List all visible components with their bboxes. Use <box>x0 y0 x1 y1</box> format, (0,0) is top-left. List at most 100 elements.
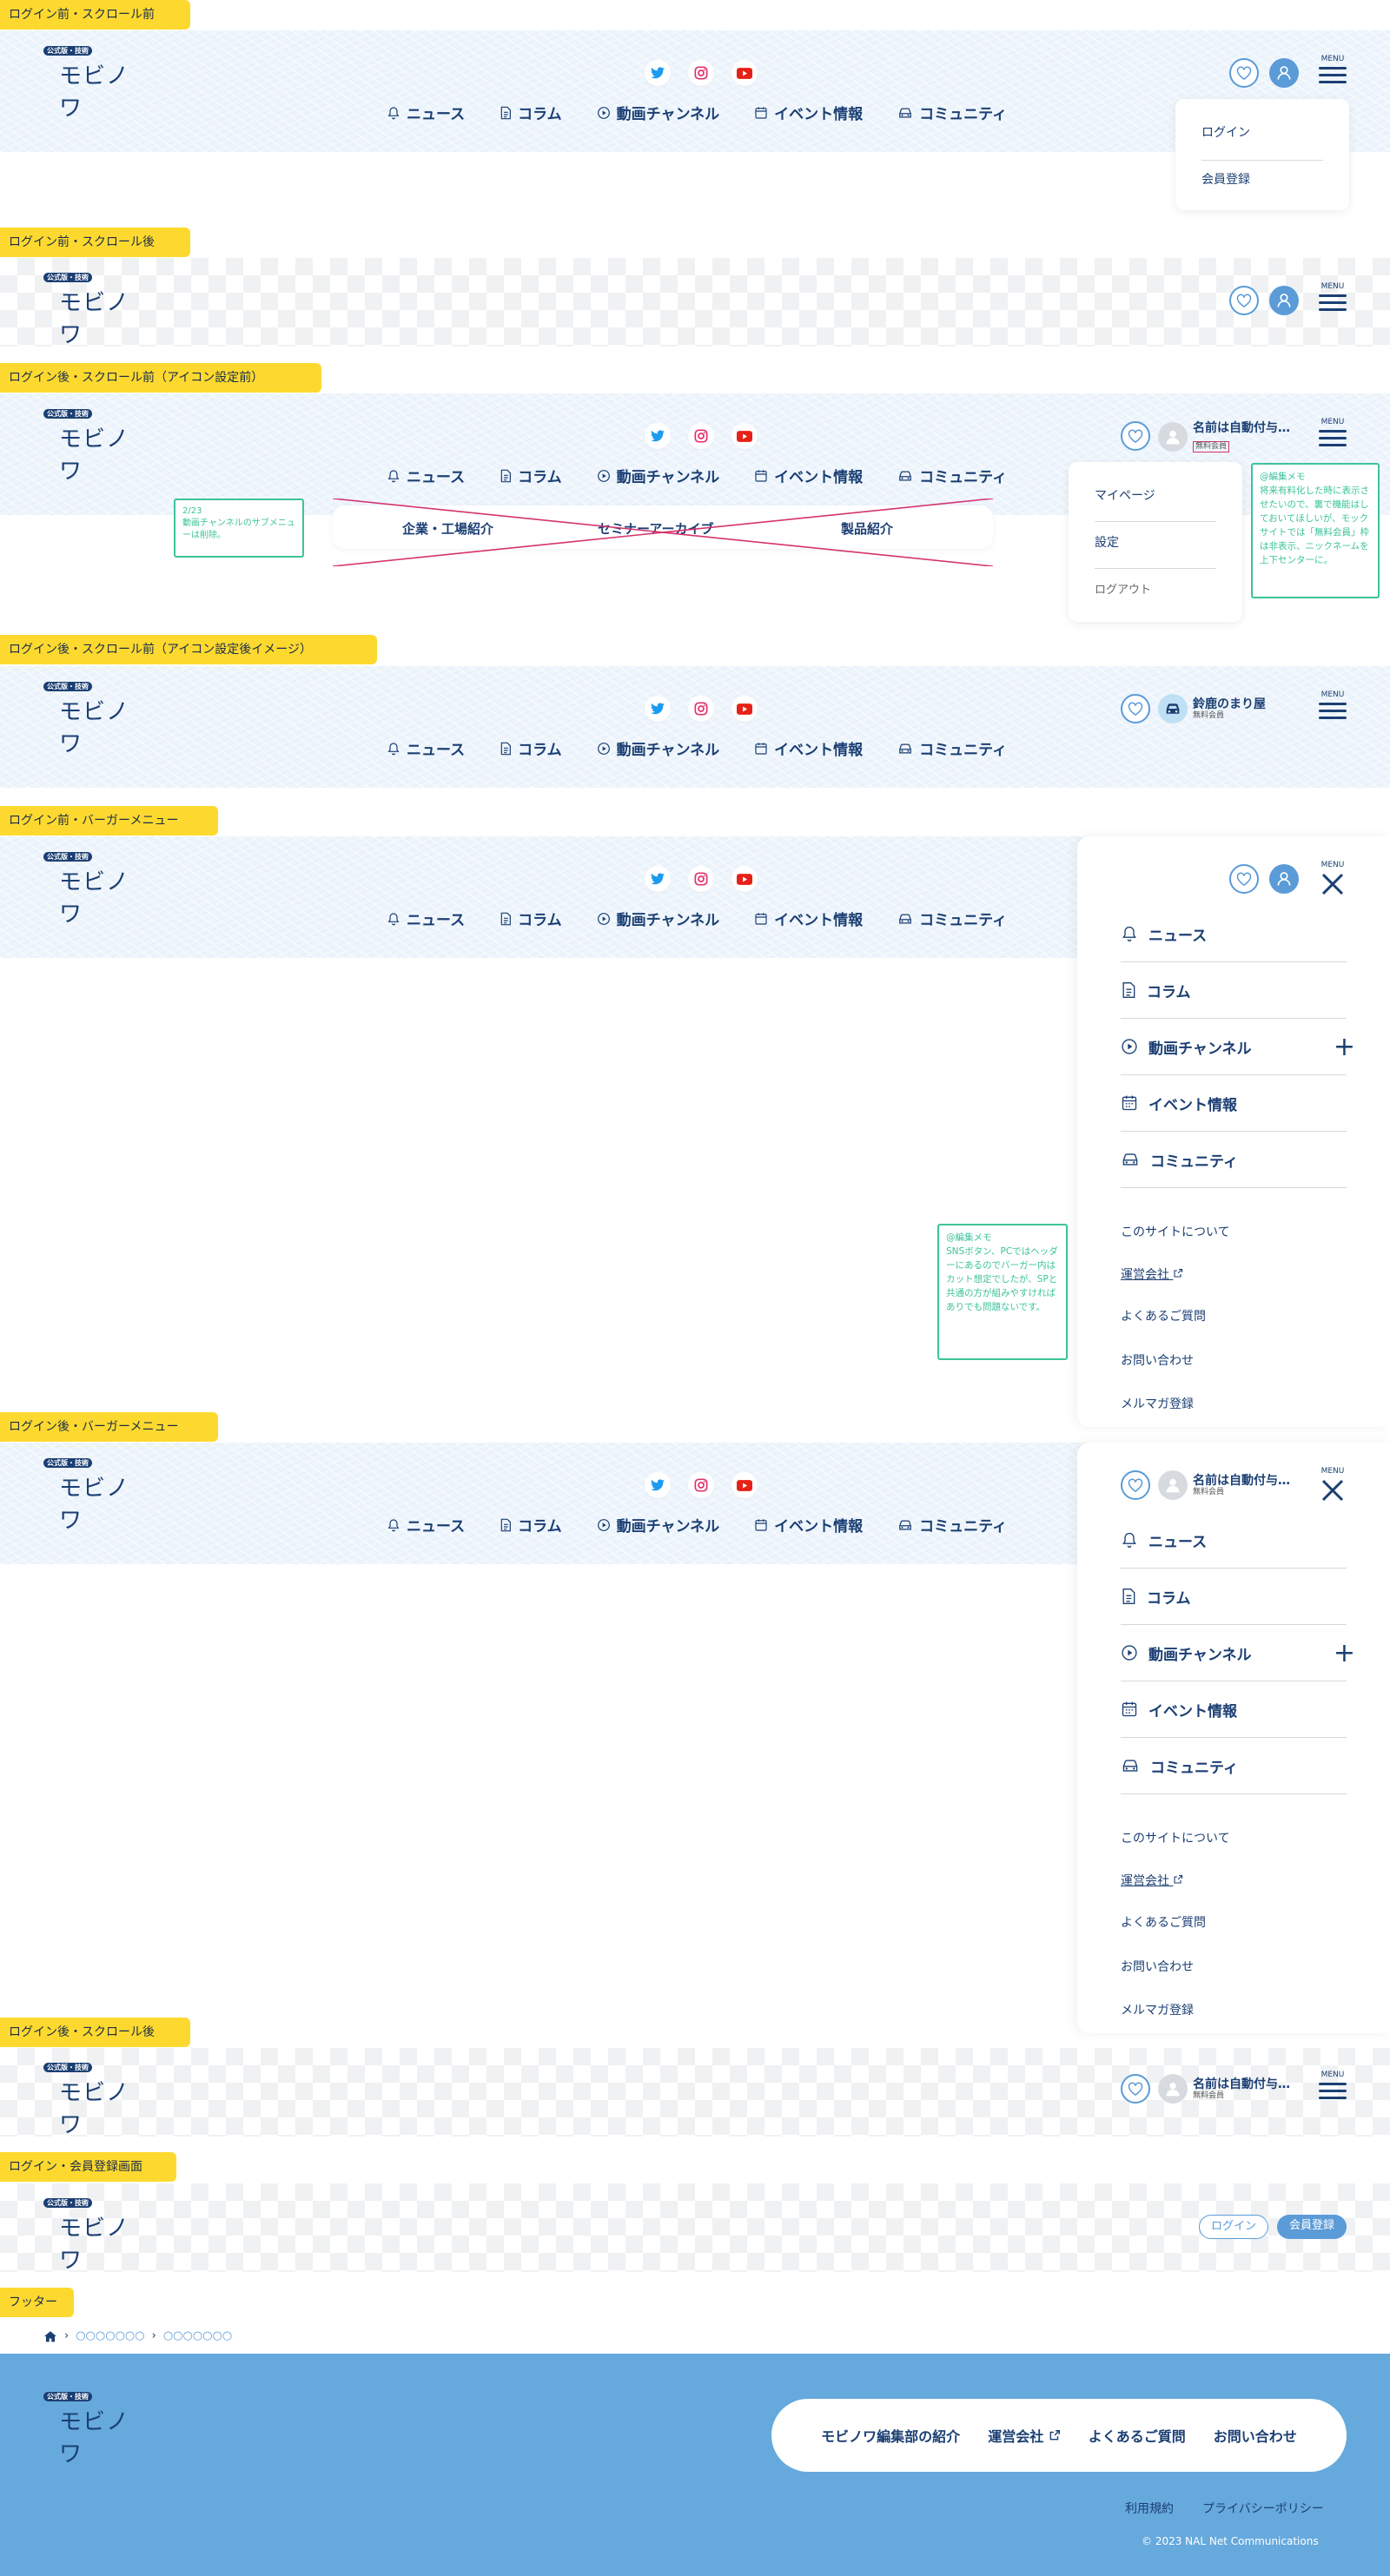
nav-item-community[interactable]: コミュニティ <box>897 465 1007 486</box>
nav-item-news[interactable]: ニュース <box>387 737 465 759</box>
favorite-heart-icon[interactable] <box>1121 694 1150 723</box>
nav-item-column[interactable]: コラム <box>500 737 562 759</box>
user-chip[interactable]: 鈴鹿のまり屋 無料会員 <box>1158 694 1266 723</box>
youtube-icon[interactable] <box>731 1472 758 1498</box>
expand-plus-icon[interactable]: + <box>1334 1638 1355 1668</box>
nav-item-news[interactable]: ニュース <box>387 102 465 123</box>
youtube-icon[interactable] <box>731 423 758 449</box>
user-icon[interactable] <box>1269 864 1299 894</box>
mypage-link[interactable]: マイページ <box>1095 486 1155 504</box>
nav-item-video[interactable]: 動画チャンネル <box>597 102 719 123</box>
nav-item-video[interactable]: 動画チャンネル <box>597 908 719 929</box>
site-logo[interactable]: 公式版・技術 モビノワ <box>43 2198 139 2274</box>
nav-item-event[interactable]: イベント情報 <box>754 465 863 486</box>
hamburger-menu-button[interactable]: MENU <box>1318 55 1347 91</box>
burger-item-column[interactable]: コラム <box>1121 962 1347 1019</box>
footer-link-terms[interactable]: 利用規約 <box>1125 2500 1174 2517</box>
nav-item-column[interactable]: コラム <box>500 102 562 123</box>
nav-item-news[interactable]: ニュース <box>387 1514 465 1536</box>
site-logo[interactable]: 公式版・技術 モビノワ <box>43 2392 139 2467</box>
user-icon[interactable] <box>1269 286 1299 315</box>
instagram-icon[interactable] <box>688 866 714 892</box>
nav-item-community[interactable]: コミュニティ <box>897 1514 1007 1536</box>
footer-link-editorial[interactable]: モビノワ編集部の紹介 <box>821 2425 960 2446</box>
footer-link-company[interactable]: 運営会社 <box>988 2425 1061 2446</box>
instagram-icon[interactable] <box>688 60 714 86</box>
nav-item-news[interactable]: ニュース <box>387 908 465 929</box>
nav-item-community[interactable]: コミュニティ <box>897 737 1007 759</box>
favorite-heart-icon[interactable] <box>1121 2074 1150 2104</box>
instagram-icon[interactable] <box>688 1472 714 1498</box>
hamburger-menu-button[interactable]: MENU <box>1318 690 1347 727</box>
youtube-icon[interactable] <box>731 866 758 892</box>
burger-link-company[interactable]: 運営会社 <box>1121 1265 1183 1283</box>
nav-item-column[interactable]: コラム <box>500 465 562 486</box>
twitter-icon[interactable] <box>645 866 671 892</box>
nav-item-event[interactable]: イベント情報 <box>754 737 863 759</box>
user-icon[interactable] <box>1269 58 1299 88</box>
site-logo[interactable]: 公式版・技術 モビノワ <box>43 852 139 928</box>
login-button[interactable]: ログイン <box>1199 2215 1268 2239</box>
site-logo[interactable]: 公式版・技術 モビノワ <box>43 682 139 757</box>
twitter-icon[interactable] <box>645 423 671 449</box>
burger-item-community[interactable]: コミュニティ <box>1121 1132 1347 1188</box>
nav-item-video[interactable]: 動画チャンネル <box>597 1514 719 1536</box>
close-menu-button[interactable]: MENU <box>1318 861 1347 897</box>
burger-item-video[interactable]: 動画チャンネル + <box>1121 1625 1355 1681</box>
site-logo[interactable]: 公式版・技術 モビノワ <box>43 409 139 485</box>
burger-link-about[interactable]: このサイトについて <box>1121 1829 1230 1846</box>
site-logo[interactable]: 公式版・技術 モビノワ <box>43 273 139 348</box>
user-chip[interactable]: 名前は自動付与… 無料会員 <box>1158 421 1290 452</box>
instagram-icon[interactable] <box>688 696 714 722</box>
favorite-heart-icon[interactable] <box>1229 864 1259 894</box>
burger-link-about[interactable]: このサイトについて <box>1121 1223 1230 1240</box>
login-link[interactable]: ログイン <box>1201 123 1250 141</box>
burger-item-column[interactable]: コラム <box>1121 1569 1347 1625</box>
expand-plus-icon[interactable]: + <box>1334 1032 1355 1062</box>
hamburger-menu-button[interactable]: MENU <box>1318 2071 1347 2107</box>
favorite-heart-icon[interactable] <box>1229 58 1259 88</box>
settings-link[interactable]: 設定 <box>1095 533 1119 551</box>
instagram-icon[interactable] <box>688 423 714 449</box>
nav-item-event[interactable]: イベント情報 <box>754 1514 863 1536</box>
nav-item-community[interactable]: コミュニティ <box>897 102 1007 123</box>
nav-item-news[interactable]: ニュース <box>387 465 465 486</box>
favorite-heart-icon[interactable] <box>1121 1470 1150 1500</box>
burger-item-video[interactable]: 動画チャンネル + <box>1121 1019 1355 1075</box>
close-menu-button[interactable]: MENU <box>1318 1467 1347 1503</box>
youtube-icon[interactable] <box>731 696 758 722</box>
nav-item-video[interactable]: 動画チャンネル <box>597 737 719 759</box>
burger-link-faq[interactable]: よくあるご質問 <box>1121 1913 1206 1931</box>
register-link[interactable]: 会員登録 <box>1201 170 1250 188</box>
nav-item-video[interactable]: 動画チャンネル <box>597 465 719 486</box>
burger-link-company[interactable]: 運営会社 <box>1121 1872 1183 1889</box>
burger-item-news[interactable]: ニュース <box>1121 906 1347 962</box>
site-logo[interactable]: 公式版・技術 モビノワ <box>43 2063 139 2138</box>
youtube-icon[interactable] <box>731 60 758 86</box>
hamburger-menu-button[interactable]: MENU <box>1318 282 1347 319</box>
register-button[interactable]: 会員登録 <box>1277 2215 1347 2239</box>
favorite-heart-icon[interactable] <box>1121 421 1150 451</box>
burger-link-contact[interactable]: お問い合わせ <box>1121 1958 1194 1975</box>
site-logo[interactable]: 公式版・技術 モビノワ <box>43 46 139 122</box>
burger-item-event[interactable]: イベント情報 <box>1121 1681 1347 1738</box>
burger-link-newsletter[interactable]: メルマガ登録 <box>1121 1395 1194 1412</box>
twitter-icon[interactable] <box>645 696 671 722</box>
burger-link-faq[interactable]: よくあるご質問 <box>1121 1307 1206 1324</box>
nav-item-column[interactable]: コラム <box>500 1514 562 1536</box>
twitter-icon[interactable] <box>645 1472 671 1498</box>
nav-item-community[interactable]: コミュニティ <box>897 908 1007 929</box>
favorite-heart-icon[interactable] <box>1229 286 1259 315</box>
footer-link-contact[interactable]: お問い合わせ <box>1214 2425 1297 2446</box>
burger-item-event[interactable]: イベント情報 <box>1121 1075 1347 1132</box>
nav-item-column[interactable]: コラム <box>500 908 562 929</box>
twitter-icon[interactable] <box>645 60 671 86</box>
burger-link-contact[interactable]: お問い合わせ <box>1121 1351 1194 1369</box>
breadcrumb-item[interactable]: ○○○○○○○ <box>76 2329 144 2342</box>
burger-item-community[interactable]: コミュニティ <box>1121 1738 1347 1794</box>
burger-link-newsletter[interactable]: メルマガ登録 <box>1121 2001 1194 2018</box>
burger-item-news[interactable]: ニュース <box>1121 1512 1347 1569</box>
nav-item-event[interactable]: イベント情報 <box>754 102 863 123</box>
user-chip[interactable]: 名前は自動付与… 無料会員 <box>1158 1470 1290 1500</box>
user-chip[interactable]: 名前は自動付与… 無料会員 <box>1158 2074 1290 2104</box>
